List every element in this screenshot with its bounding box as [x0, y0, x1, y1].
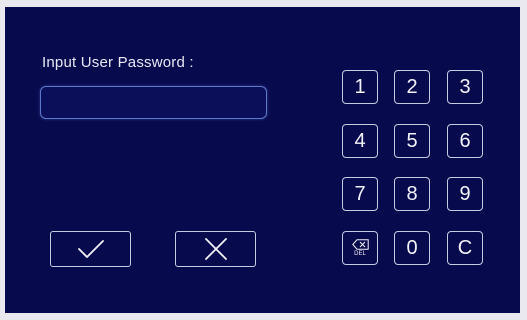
confirm-button[interactable]: [50, 231, 131, 267]
key-9[interactable]: 9: [447, 177, 483, 211]
cancel-button[interactable]: [175, 231, 256, 267]
password-screen: Input User Password : 1 2 3 4 5 6 7 8 9 …: [5, 7, 520, 313]
delete-key-content: DEL: [351, 239, 369, 257]
key-label: 6: [459, 129, 471, 152]
password-input[interactable]: [40, 86, 267, 119]
clear-key-label: C: [457, 236, 473, 259]
key-5[interactable]: 5: [394, 124, 430, 158]
password-prompt-label: Input User Password :: [42, 54, 194, 71]
clear-key[interactable]: C: [447, 231, 483, 265]
key-1[interactable]: 1: [342, 70, 378, 104]
key-8[interactable]: 8: [394, 177, 430, 211]
key-label: 4: [354, 129, 366, 152]
key-4[interactable]: 4: [342, 124, 378, 158]
delete-key-label: DEL: [354, 251, 366, 257]
key-label: 7: [354, 182, 366, 205]
key-0[interactable]: 0: [394, 231, 430, 265]
key-label: 5: [406, 129, 418, 152]
key-label: 9: [459, 182, 471, 205]
key-label: 3: [459, 75, 471, 98]
key-7[interactable]: 7: [342, 177, 378, 211]
key-2[interactable]: 2: [394, 70, 430, 104]
delete-key[interactable]: DEL: [342, 231, 378, 265]
key-6[interactable]: 6: [447, 124, 483, 158]
key-label: 2: [406, 75, 418, 98]
backspace-icon: [351, 239, 369, 250]
key-label: 8: [406, 182, 418, 205]
key-3[interactable]: 3: [447, 70, 483, 104]
key-label: 1: [354, 75, 366, 98]
cross-icon: [204, 238, 227, 260]
key-label: 0: [406, 236, 418, 259]
check-icon: [77, 240, 104, 258]
